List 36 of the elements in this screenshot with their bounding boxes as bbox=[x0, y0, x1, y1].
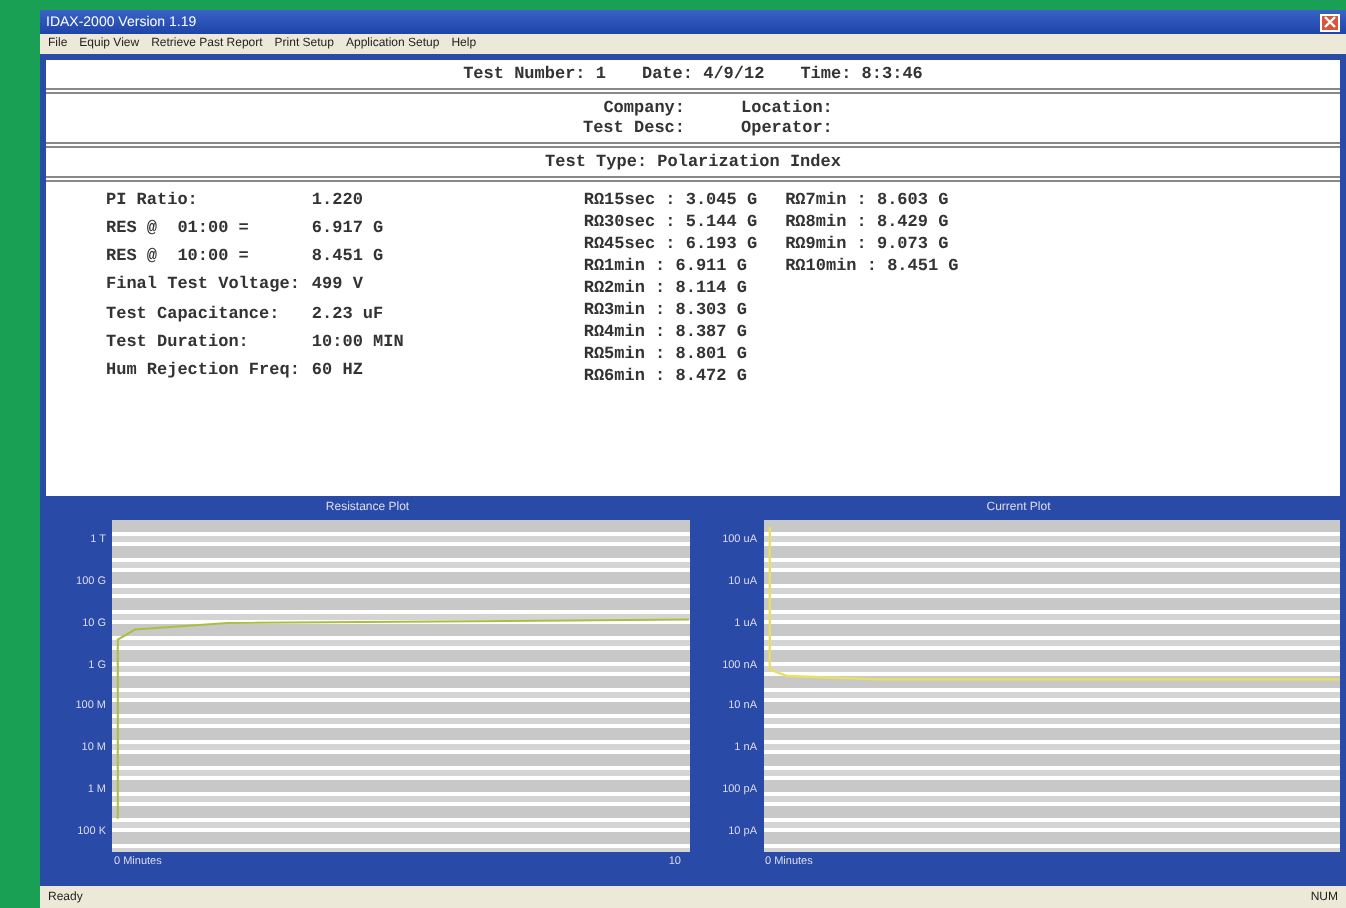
resistance-reading: RΩ7min : 8.603 G bbox=[785, 190, 951, 210]
info-label: Test Desc: bbox=[580, 118, 685, 138]
resistance-reading: RΩ10min : 8.451 G bbox=[785, 256, 959, 276]
summary-label: Test Duration: bbox=[106, 331, 251, 356]
resistance-reading: RΩ30sec : 5.144 G bbox=[583, 212, 758, 232]
summary-label: Test Capacitance: bbox=[106, 303, 282, 328]
test-type: Test Type: Polarization Index bbox=[545, 152, 841, 172]
summary-label: PI Ratio: bbox=[106, 190, 200, 214]
summary-label: Hum Rejection Freq: bbox=[106, 359, 300, 384]
resistance-reading: RΩ45sec : 6.193 G bbox=[583, 234, 758, 254]
resistance-reading: RΩ9min : 9.073 G bbox=[785, 234, 951, 254]
resistance-reading: RΩ5min : 8.801 G bbox=[583, 344, 749, 364]
test-date: Date: 4/9/12 bbox=[641, 64, 765, 84]
summary-value: 499 V bbox=[311, 274, 365, 299]
summary-value: 60 HZ bbox=[311, 359, 365, 384]
resistance-reading: RΩ2min : 8.114 G bbox=[583, 278, 749, 298]
resistance-reading: RΩ15sec : 3.045 G bbox=[583, 190, 758, 210]
test-time: Time: 8:3:46 bbox=[800, 64, 923, 84]
info-label: Operator: bbox=[741, 118, 835, 138]
summary-value: 2.23 uF bbox=[311, 303, 386, 328]
summary-value: 8.451 G bbox=[311, 246, 386, 271]
info-label: Location: bbox=[741, 98, 835, 118]
summary-label: Final Test Voltage: bbox=[106, 274, 300, 299]
summary-value: 6.917 G bbox=[311, 218, 386, 243]
summary-label: RES @ 01:00 = bbox=[106, 218, 251, 243]
resistance-reading: RΩ4min : 8.387 G bbox=[583, 322, 749, 342]
close-button[interactable] bbox=[1320, 13, 1340, 31]
resistance-reading: RΩ1min : 6.911 G bbox=[583, 256, 749, 276]
summary-value: 1.220 bbox=[311, 190, 365, 214]
summary-label: RES @ 10:00 = bbox=[106, 246, 251, 271]
info-label: Company: bbox=[601, 98, 685, 118]
resistance-reading: RΩ8min : 8.429 G bbox=[785, 212, 951, 232]
resistance-reading: RΩ6min : 8.472 G bbox=[583, 366, 749, 386]
summary-value: 10:00 MIN bbox=[311, 331, 404, 356]
test-number: Test Number: 1 bbox=[463, 64, 606, 84]
resistance-reading: RΩ3min : 8.303 G bbox=[583, 300, 749, 320]
